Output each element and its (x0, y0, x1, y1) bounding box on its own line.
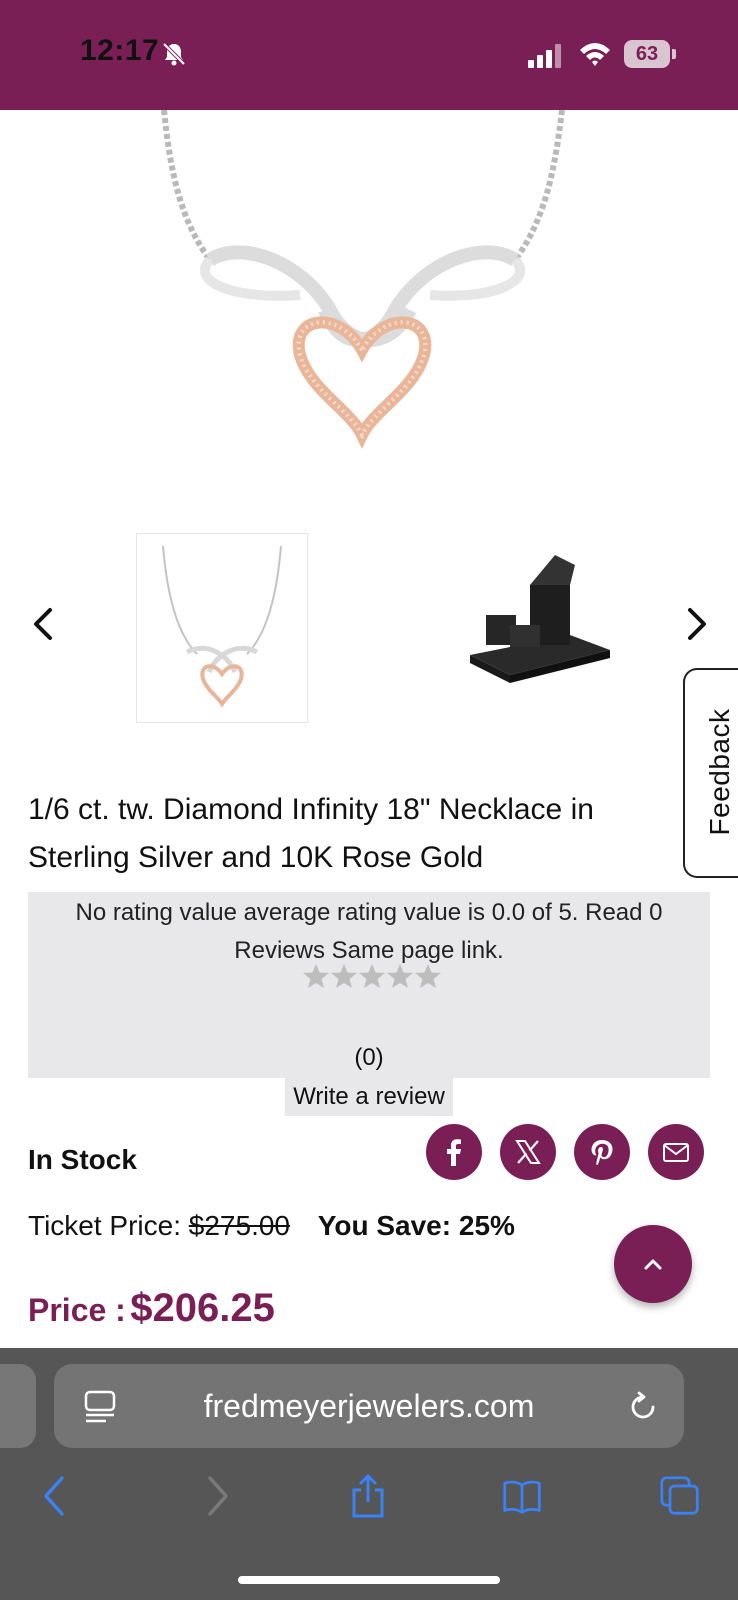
thumbnail-necklace[interactable] (136, 533, 308, 723)
scroll-to-top-button[interactable] (614, 1225, 692, 1303)
reload-icon[interactable] (626, 1390, 660, 1424)
battery-level: 63 (624, 40, 670, 68)
carousel-prev-icon[interactable] (24, 604, 64, 644)
x-icon (515, 1140, 541, 1164)
share-pinterest-button[interactable] (574, 1124, 630, 1180)
reader-mode-icon[interactable] (84, 1390, 116, 1424)
bookmarks-icon[interactable] (502, 1474, 542, 1518)
previous-tab-preview[interactable] (0, 1364, 36, 1448)
product-title: 1/6 ct. tw. Diamond Infinity 18" Necklac… (28, 793, 594, 874)
battery-indicator: 63 (624, 40, 676, 68)
share-email-button[interactable] (648, 1124, 704, 1180)
stock-status: In Stock (28, 1144, 137, 1175)
price-value: $206.25 (130, 1286, 275, 1330)
forward-icon[interactable] (196, 1474, 236, 1518)
chevron-up-icon (644, 1259, 662, 1270)
email-icon (663, 1143, 689, 1162)
share-x-button[interactable] (500, 1124, 556, 1180)
star-rating-icon (303, 964, 441, 988)
write-review-button[interactable]: Write a review (285, 1078, 453, 1116)
feedback-label: Feedback (704, 708, 735, 836)
address-bar-url[interactable]: fredmeyerjewelers.com (54, 1364, 684, 1448)
you-save-value: 25% (458, 1210, 515, 1241)
home-indicator (238, 1576, 500, 1584)
sale-price-row: Price : $206.25 (28, 1286, 275, 1331)
wifi-icon (580, 43, 610, 66)
cellular-signal-icon (528, 44, 561, 68)
you-save-label: You Save: (317, 1210, 452, 1241)
necklace-thumbnail-image (162, 545, 282, 708)
bell-muted-icon (162, 42, 186, 66)
tabs-icon[interactable] (660, 1474, 700, 1518)
back-icon[interactable] (36, 1474, 76, 1518)
rating-summary-link[interactable]: No rating value average rating value is … (30, 894, 708, 970)
ticket-price-label: Ticket Price: (28, 1210, 181, 1241)
feedback-tab[interactable]: Feedback (683, 668, 738, 878)
share-facebook-button[interactable] (426, 1124, 482, 1180)
gift-box-thumbnail-image (470, 555, 610, 683)
ticket-price-row: Ticket Price: $275.00 You Save: 25% (28, 1210, 515, 1242)
ticket-price-value: $275.00 (188, 1210, 290, 1241)
share-icon[interactable] (348, 1474, 388, 1518)
pinterest-icon (591, 1140, 613, 1165)
thumbnail-gift-box[interactable] (460, 545, 620, 695)
status-time: 12:17 (80, 34, 160, 67)
product-main-image[interactable] (150, 110, 590, 460)
review-count: (0) (354, 1044, 384, 1071)
facebook-icon (447, 1139, 461, 1166)
price-label: Price : (28, 1292, 126, 1328)
carousel-next-icon[interactable] (676, 604, 716, 644)
